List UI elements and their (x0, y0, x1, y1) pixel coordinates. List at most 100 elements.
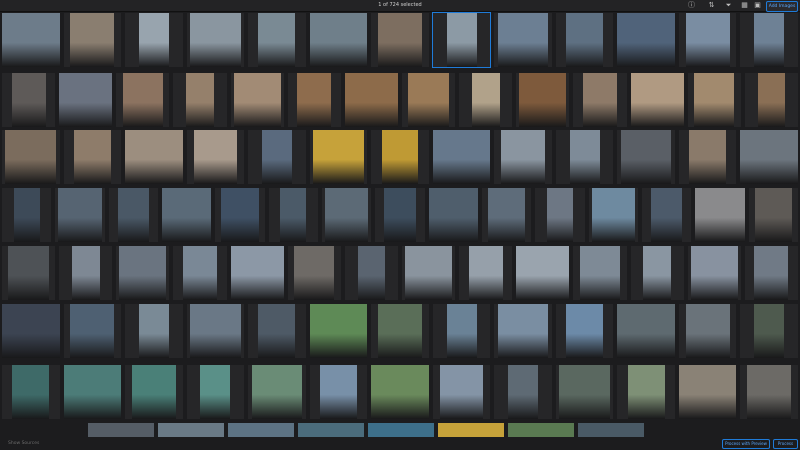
photo-thumbnail[interactable] (59, 246, 113, 300)
photo-thumbnail[interactable] (555, 304, 614, 358)
layout-icon[interactable]: ▣ (753, 1, 762, 10)
photo-thumbnail[interactable] (2, 188, 52, 242)
photo-thumbnail[interactable] (173, 73, 227, 127)
photo-thumbnail[interactable] (63, 304, 122, 358)
photo-thumbnail[interactable] (617, 13, 675, 67)
photo-thumbnail[interactable] (158, 423, 224, 437)
photo-thumbnail[interactable] (431, 12, 492, 68)
photo-thumbnail[interactable] (215, 188, 265, 242)
filter-icon[interactable]: ⏷ (724, 1, 733, 10)
photo-thumbnail[interactable] (555, 130, 614, 184)
photo-thumbnail[interactable] (508, 423, 574, 437)
photo-thumbnail[interactable] (309, 304, 368, 358)
photo-thumbnail[interactable] (248, 13, 306, 67)
photo-thumbnail[interactable] (2, 130, 60, 184)
photo-thumbnail[interactable] (678, 13, 737, 67)
photo-thumbnail[interactable] (322, 188, 372, 242)
photo-thumbnail[interactable] (2, 304, 60, 358)
photo-thumbnail[interactable] (516, 73, 570, 127)
photo-thumbnail[interactable] (125, 130, 183, 184)
photo-thumbnail[interactable] (371, 304, 429, 358)
photo-thumbnail[interactable] (494, 13, 552, 67)
add-images-button[interactable]: Add Images (766, 1, 798, 12)
process-preview-button[interactable]: Process with Preview (722, 439, 770, 449)
photo-thumbnail[interactable] (744, 246, 798, 300)
photo-thumbnail[interactable] (230, 73, 284, 127)
photo-thumbnail[interactable] (59, 73, 113, 127)
photo-thumbnail[interactable] (428, 188, 478, 242)
photo-thumbnail[interactable] (573, 73, 627, 127)
photo-thumbnail[interactable] (371, 130, 429, 184)
photo-thumbnail[interactable] (494, 365, 552, 419)
photo-thumbnail[interactable] (740, 130, 798, 184)
photo-thumbnail[interactable] (375, 188, 425, 242)
photo-thumbnail[interactable] (228, 423, 294, 437)
sort-icon[interactable]: ⇅ (707, 1, 716, 10)
photo-thumbnail[interactable] (298, 423, 364, 437)
photo-thumbnail[interactable] (402, 246, 456, 300)
photo-thumbnail[interactable] (248, 365, 306, 419)
photo-thumbnail[interactable] (578, 423, 644, 437)
photo-thumbnail[interactable] (186, 304, 245, 358)
show-sources-link[interactable]: Show Sources (8, 440, 39, 447)
photo-thumbnail[interactable] (402, 73, 456, 127)
photo-thumbnail[interactable] (630, 246, 684, 300)
photo-thumbnail[interactable] (186, 130, 245, 184)
photo-thumbnail[interactable] (482, 188, 532, 242)
photo-thumbnail[interactable] (371, 365, 429, 419)
photo-thumbnail[interactable] (695, 188, 745, 242)
photo-thumbnail[interactable] (116, 73, 170, 127)
photo-thumbnail[interactable] (740, 365, 798, 419)
photo-thumbnail[interactable] (617, 365, 675, 419)
photo-thumbnail[interactable] (617, 130, 675, 184)
photo-thumbnail[interactable] (88, 423, 154, 437)
grid-view-icon[interactable]: ▦ (740, 1, 749, 10)
photo-thumbnail[interactable] (186, 365, 245, 419)
photo-thumbnail[interactable] (309, 130, 368, 184)
photo-thumbnail[interactable] (459, 246, 513, 300)
photo-thumbnail[interactable] (459, 73, 513, 127)
photo-thumbnail[interactable] (687, 73, 741, 127)
photo-thumbnail[interactable] (744, 73, 798, 127)
photo-thumbnail[interactable] (368, 423, 434, 437)
photo-thumbnail[interactable] (344, 246, 398, 300)
photo-thumbnail[interactable] (748, 188, 798, 242)
photo-thumbnail[interactable] (63, 365, 122, 419)
photo-thumbnail[interactable] (630, 73, 684, 127)
photo-thumbnail[interactable] (125, 13, 183, 67)
photo-thumbnail[interactable] (494, 304, 552, 358)
photo-thumbnail[interactable] (642, 188, 692, 242)
photo-thumbnail[interactable] (287, 73, 341, 127)
photo-thumbnail[interactable] (2, 365, 60, 419)
photo-thumbnail[interactable] (248, 130, 306, 184)
photo-thumbnail[interactable] (309, 365, 368, 419)
photo-thumbnail[interactable] (55, 188, 105, 242)
photo-thumbnail[interactable] (186, 13, 245, 67)
photo-thumbnail[interactable] (371, 13, 429, 67)
photo-thumbnail[interactable] (125, 304, 183, 358)
photo-thumbnail[interactable] (740, 304, 798, 358)
photo-thumbnail[interactable] (116, 246, 170, 300)
photo-thumbnail[interactable] (287, 246, 341, 300)
process-button[interactable]: Process (773, 439, 798, 449)
photo-thumbnail[interactable] (173, 246, 227, 300)
photo-thumbnail[interactable] (588, 188, 638, 242)
photo-thumbnail[interactable] (678, 365, 737, 419)
photo-thumbnail[interactable] (617, 304, 675, 358)
photo-thumbnail[interactable] (678, 304, 737, 358)
photo-thumbnail[interactable] (555, 365, 614, 419)
photo-thumbnail[interactable] (2, 13, 60, 67)
photo-thumbnail[interactable] (740, 13, 798, 67)
photo-thumbnail[interactable] (687, 246, 741, 300)
photo-thumbnail[interactable] (108, 188, 158, 242)
photo-thumbnail[interactable] (555, 13, 614, 67)
photo-thumbnail[interactable] (432, 130, 491, 184)
photo-thumbnail[interactable] (344, 73, 398, 127)
photo-thumbnail[interactable] (494, 130, 552, 184)
photo-thumbnail[interactable] (432, 304, 491, 358)
photo-thumbnail[interactable] (248, 304, 306, 358)
photo-thumbnail[interactable] (162, 188, 212, 242)
info-icon[interactable]: ⓘ (687, 1, 696, 10)
photo-thumbnail[interactable] (535, 188, 585, 242)
photo-thumbnail[interactable] (2, 73, 56, 127)
